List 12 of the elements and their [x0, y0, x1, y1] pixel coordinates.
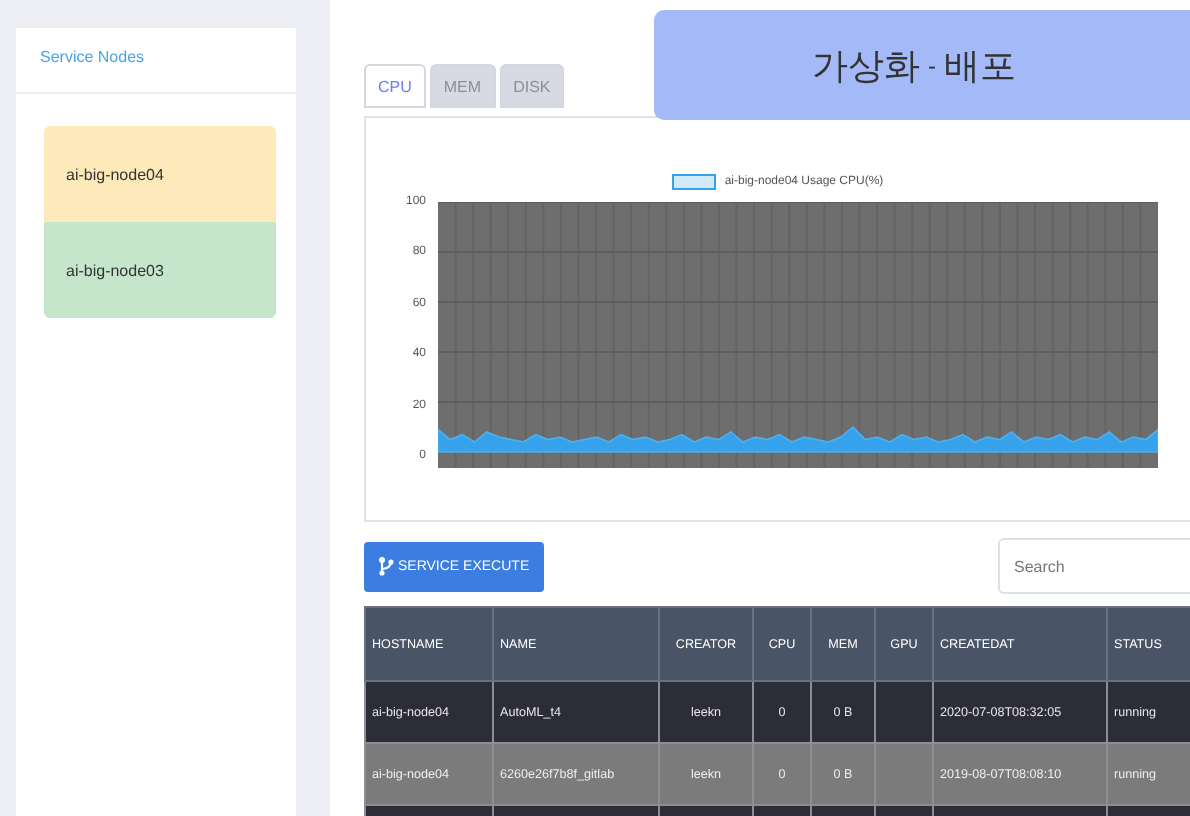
chart-tab[interactable]: MEM: [429, 64, 496, 108]
banner-title: 가상화: [812, 43, 920, 89]
node-item[interactable]: ai-big-node04: [44, 126, 276, 222]
chart-tab[interactable]: CPU: [364, 64, 426, 108]
search-field[interactable]: Search: [998, 538, 1190, 594]
chart-tab[interactable]: DISK: [499, 64, 565, 108]
banner-separator: -: [928, 51, 936, 79]
sidebar-title: Service Nodes: [16, 28, 296, 94]
node-item[interactable]: ai-big-node03: [44, 222, 276, 318]
table-cell: [875, 681, 933, 743]
banner-subtitle: 배포: [944, 43, 1016, 89]
branch-icon: [378, 556, 394, 576]
